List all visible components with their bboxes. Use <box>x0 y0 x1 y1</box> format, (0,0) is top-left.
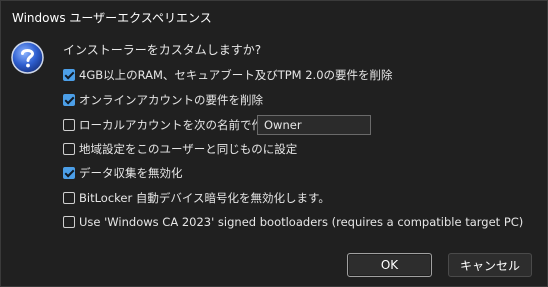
option-disable-data-collection[interactable]: データ収集を無効化 <box>63 164 183 182</box>
option-disable-bitlocker[interactable]: BitLocker 自動デバイス暗号化を無効化します。 <box>63 189 330 207</box>
question-icon <box>11 41 44 74</box>
checkbox[interactable] <box>63 119 75 131</box>
prompt-heading: インストーラーをカスタムしますか? <box>63 43 262 57</box>
checkbox[interactable] <box>63 69 75 81</box>
option-windows-ca-2023-bootloaders[interactable]: Use 'Windows CA 2023' signed bootloaders… <box>63 213 523 231</box>
checkbox[interactable] <box>63 192 75 204</box>
title-bar[interactable]: Windows ユーザーエクスペリエンス <box>1 1 547 33</box>
option-create-local-account[interactable]: ローカルアカウントを次の名前で作成: <box>63 116 278 134</box>
checkbox[interactable] <box>63 167 75 179</box>
option-remove-online-account[interactable]: オンラインアカウントの要件を削除 <box>63 91 263 109</box>
option-label: 4GB以上のRAM、セキュアブート及びTPM 2.0の要件を削除 <box>79 68 393 82</box>
checkbox[interactable] <box>63 94 75 106</box>
option-label: Use 'Windows CA 2023' signed bootloaders… <box>79 215 524 229</box>
option-label: 地域設定をこのユーザーと同じものに設定 <box>79 142 298 156</box>
local-account-name-input[interactable] <box>257 115 371 135</box>
option-label: データ収集を無効化 <box>79 166 183 180</box>
checkbox[interactable] <box>63 143 75 155</box>
option-label: ローカルアカウントを次の名前で作成: <box>79 118 279 132</box>
ok-button[interactable]: OK <box>347 253 432 277</box>
option-remove-hardware-requirements[interactable]: 4GB以上のRAM、セキュアブート及びTPM 2.0の要件を削除 <box>63 66 393 84</box>
dialog-window: Windows ユーザーエクスペリエンス インストーラーをカスタムしますか? 4… <box>0 0 548 287</box>
window-title: Windows ユーザーエクスペリエンス <box>12 11 212 25</box>
cancel-button[interactable]: キャンセル <box>448 253 532 277</box>
option-label: BitLocker 自動デバイス暗号化を無効化します。 <box>79 191 330 205</box>
option-label: オンラインアカウントの要件を削除 <box>79 93 263 107</box>
option-regional-settings[interactable]: 地域設定をこのユーザーと同じものに設定 <box>63 140 297 158</box>
checkbox[interactable] <box>63 216 75 228</box>
